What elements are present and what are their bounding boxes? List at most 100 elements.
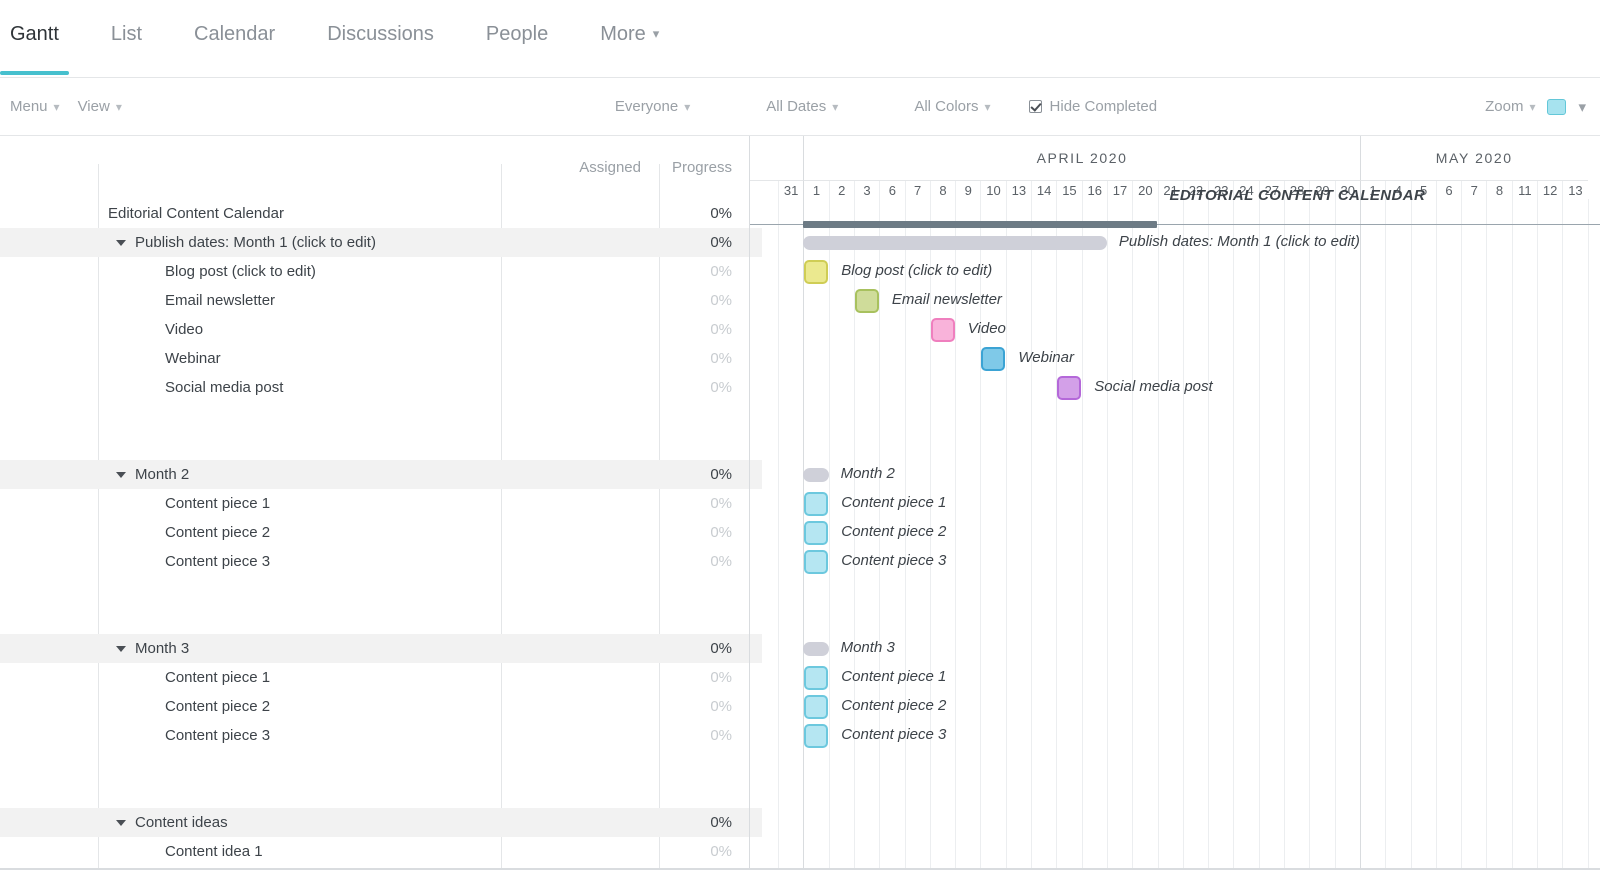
progress-cell[interactable]: 0%	[659, 205, 750, 222]
task-row[interactable]: Editorial Content Calendar 0%	[0, 199, 749, 228]
tab-calendar[interactable]: Calendar	[194, 22, 275, 74]
menu-dropdown[interactable]: Menu ▾	[10, 98, 60, 115]
milestone-bar[interactable]	[804, 492, 828, 516]
row-name-cell[interactable]: Content ideas	[98, 814, 501, 831]
progress-cell[interactable]: 0%	[659, 292, 750, 309]
all-dates-dropdown[interactable]: All Dates ▾	[766, 98, 838, 115]
tab-discussions[interactable]: Discussions	[327, 22, 434, 74]
collapse-triangle-icon[interactable]	[116, 240, 126, 246]
progress-cell[interactable]: 0%	[659, 466, 750, 483]
timeline-gridline	[829, 199, 830, 870]
row-name-cell[interactable]: Content piece 3	[98, 727, 501, 744]
group-bar[interactable]	[803, 642, 828, 656]
row-name-cell[interactable]: Content idea 1	[98, 843, 501, 860]
color-swatch[interactable]	[1547, 99, 1566, 115]
progress-cell[interactable]: 0%	[659, 379, 750, 396]
progress-cell[interactable]: 0%	[659, 234, 750, 251]
row-name-cell[interactable]: Content piece 3	[98, 553, 501, 570]
task-row[interactable]: Content piece 2 0%	[0, 692, 749, 721]
tab-gantt[interactable]: Gantt	[10, 22, 59, 74]
milestone-bar[interactable]	[804, 695, 828, 719]
milestone-bar[interactable]	[1057, 376, 1081, 400]
row-name-cell[interactable]: Editorial Content Calendar	[98, 205, 501, 222]
row-name-cell[interactable]: Content piece 1	[98, 495, 501, 512]
view-dropdown[interactable]: View ▾	[78, 98, 122, 115]
row-name-cell[interactable]: Content piece 2	[98, 698, 501, 715]
group-bar[interactable]	[803, 236, 1107, 250]
milestone-bar[interactable]	[981, 347, 1005, 371]
summary-bar[interactable]	[803, 221, 1157, 228]
milestone-bar[interactable]	[804, 724, 828, 748]
milestone-bar[interactable]	[931, 318, 955, 342]
grid-spacer-row	[0, 605, 749, 634]
hide-completed-toggle[interactable]: Hide Completed	[1029, 98, 1158, 115]
progress-cell[interactable]: 0%	[659, 350, 750, 367]
milestone-bar[interactable]	[804, 521, 828, 545]
row-name-cell[interactable]: Month 3	[98, 640, 501, 657]
group-row-shade	[750, 634, 762, 663]
bar-label: Blog post (click to edit)	[841, 261, 992, 281]
task-row[interactable]: Content piece 2 0%	[0, 518, 749, 547]
row-name-cell[interactable]: Content piece 2	[98, 524, 501, 541]
row-name-cell[interactable]: Month 2	[98, 466, 501, 483]
row-name-cell[interactable]: Social media post	[98, 379, 501, 396]
column-header-progress[interactable]: Progress	[659, 159, 750, 176]
progress-cell[interactable]: 0%	[659, 698, 750, 715]
task-row[interactable]: Email newsletter 0%	[0, 286, 749, 315]
task-row[interactable]: Webinar 0%	[0, 344, 749, 373]
row-name-cell[interactable]: Content piece 1	[98, 669, 501, 686]
progress-cell[interactable]: 0%	[659, 640, 750, 657]
milestone-bar[interactable]	[855, 289, 879, 313]
task-row[interactable]: Content piece 3 0%	[0, 547, 749, 576]
row-name-cell[interactable]: Video	[98, 321, 501, 338]
collapse-triangle-icon[interactable]	[116, 820, 126, 826]
task-row[interactable]: Content piece 3 0%	[0, 721, 749, 750]
progress-cell[interactable]: 0%	[659, 814, 750, 831]
task-row[interactable]: Blog post (click to edit) 0%	[0, 257, 749, 286]
timeline-gridline	[1512, 199, 1513, 870]
chevron-down-icon[interactable]: ▾	[1578, 98, 1586, 116]
group-bar[interactable]	[803, 468, 828, 482]
tab-list[interactable]: List	[111, 22, 142, 74]
task-row[interactable]: Content piece 1 0%	[0, 489, 749, 518]
tab-more[interactable]: More▾	[600, 22, 659, 74]
day-header-cell: 10	[980, 181, 1005, 199]
progress-cell[interactable]: 0%	[659, 843, 750, 860]
task-row[interactable]: Content idea 1 0%	[0, 837, 749, 866]
progress-cell[interactable]: 0%	[659, 553, 750, 570]
collapse-triangle-icon[interactable]	[116, 646, 126, 652]
progress-cell[interactable]: 0%	[659, 263, 750, 280]
zoom-dropdown[interactable]: Zoom ▾	[1485, 98, 1535, 115]
task-row[interactable]: Month 2 0%	[0, 460, 749, 489]
day-label: 16	[1088, 183, 1102, 198]
all-colors-dropdown[interactable]: All Colors ▾	[914, 98, 990, 115]
row-name-label: Publish dates: Month 1 (click to edit)	[135, 234, 376, 251]
row-name-cell[interactable]: Email newsletter	[98, 292, 501, 309]
row-name-cell[interactable]: Webinar	[98, 350, 501, 367]
progress-cell[interactable]: 0%	[659, 524, 750, 541]
task-row[interactable]: Content piece 1 0%	[0, 663, 749, 692]
progress-cell[interactable]: 0%	[659, 669, 750, 686]
milestone-bar[interactable]	[804, 260, 828, 284]
progress-cell[interactable]: 0%	[659, 727, 750, 744]
day-label: 7	[914, 183, 921, 198]
day-label: 1	[813, 183, 820, 198]
collapse-triangle-icon[interactable]	[116, 472, 126, 478]
milestone-bar[interactable]	[804, 666, 828, 690]
milestone-bar[interactable]	[804, 550, 828, 574]
row-name-cell[interactable]: Publish dates: Month 1 (click to edit)	[98, 234, 501, 251]
task-row[interactable]: Month 3 0%	[0, 634, 749, 663]
progress-cell[interactable]: 0%	[659, 321, 750, 338]
task-rows: Editorial Content Calendar0%Publish date…	[0, 199, 749, 866]
column-header-assigned[interactable]: Assigned	[501, 159, 659, 176]
everyone-dropdown[interactable]: Everyone ▾	[615, 98, 690, 115]
task-row[interactable]: Social media post 0%	[0, 373, 749, 402]
bar-label: Content piece 1	[841, 667, 946, 687]
progress-cell[interactable]: 0%	[659, 495, 750, 512]
task-row[interactable]: Publish dates: Month 1 (click to edit) 0%	[0, 228, 749, 257]
task-row[interactable]: Video 0%	[0, 315, 749, 344]
row-name-cell[interactable]: Blog post (click to edit)	[98, 263, 501, 280]
tab-people[interactable]: People	[486, 22, 548, 74]
task-row[interactable]: Content ideas 0%	[0, 808, 749, 837]
checkbox-checked-icon[interactable]	[1029, 100, 1042, 113]
